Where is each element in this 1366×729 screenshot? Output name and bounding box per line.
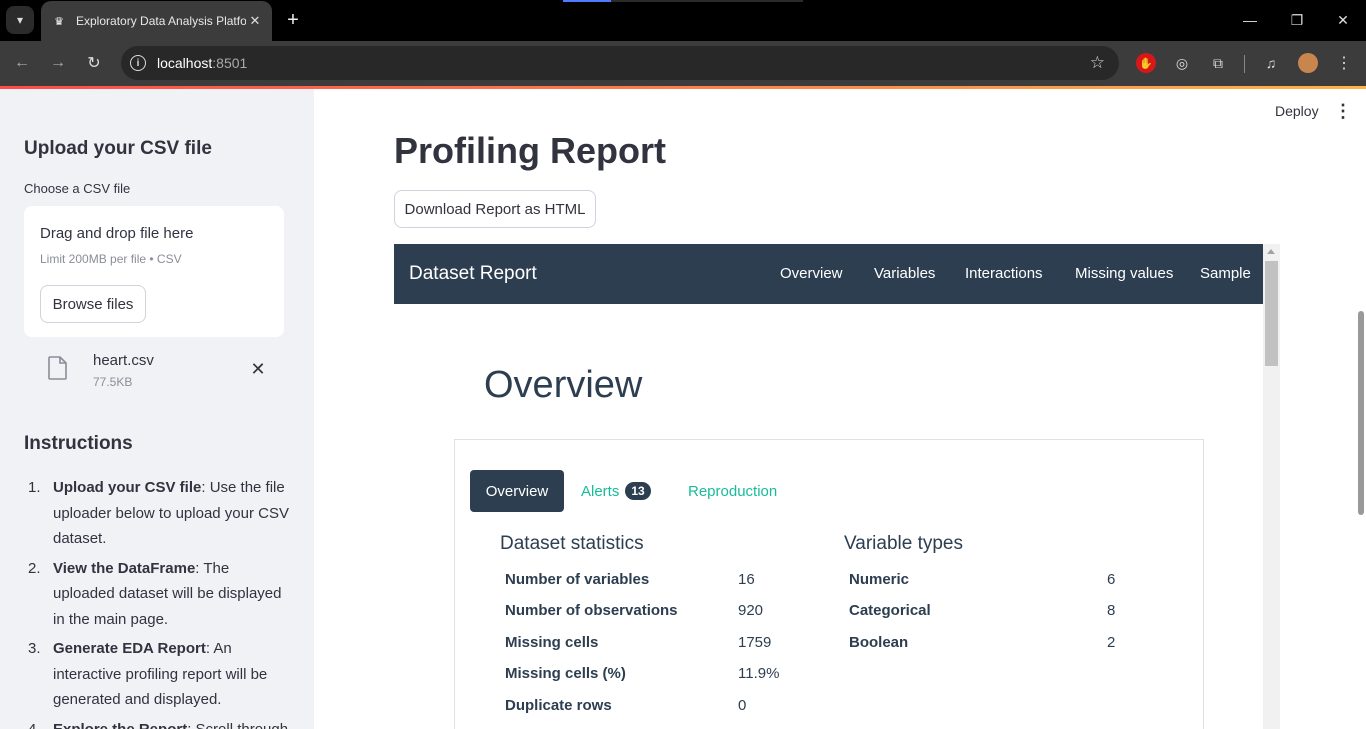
nav-overview[interactable]: Overview	[780, 265, 843, 282]
page-title: Profiling Report	[394, 130, 666, 171]
stat-label: Number of observations	[505, 602, 678, 619]
deploy-button[interactable]: Deploy	[1275, 103, 1319, 119]
tab-search-button[interactable]: ▾	[6, 6, 34, 34]
browser-tab[interactable]: ♛ Exploratory Data Analysis Platform ✕	[41, 1, 272, 41]
url-text: localhost:8501	[157, 55, 248, 71]
upload-title: Upload your CSV file	[24, 138, 212, 159]
variable-types-title: Variable types	[844, 533, 963, 554]
back-arrow-icon[interactable]: ←	[10, 51, 34, 75]
browser-toolbar: ← → ↻ i localhost:8501 ☆ ✋ ◎ ⧉ ♫ ⋮	[0, 41, 1366, 86]
file-uploader-label: Choose a CSV file	[24, 181, 131, 196]
main-menu-icon[interactable]: ⋮	[1334, 101, 1352, 121]
type-label: Categorical	[849, 602, 931, 619]
browser-tab-strip: ▾ ♛ Exploratory Data Analysis Platform ✕…	[0, 0, 1366, 41]
reload-icon[interactable]: ↻	[82, 51, 106, 75]
nav-sample[interactable]: Sample	[1200, 265, 1251, 282]
stat-label: Number of variables	[505, 571, 650, 588]
profile-avatar[interactable]	[1298, 53, 1318, 73]
tab-close-icon[interactable]: ✕	[246, 12, 264, 30]
instruction-item: 1. Upload your CSV file: Use the file upl…	[28, 479, 289, 547]
report-scroll-thumb[interactable]	[1265, 261, 1278, 366]
tab-alerts[interactable]: Alerts 13	[581, 470, 651, 512]
file-icon	[48, 356, 67, 380]
file-name: heart.csv	[93, 352, 154, 369]
report-scrollbar[interactable]	[1263, 244, 1280, 729]
download-report-button[interactable]: Download Report as HTML	[394, 190, 596, 228]
tab-reproduction[interactable]: Reproduction	[688, 470, 777, 512]
report-iframe: Dataset Report Overview Variables Intera…	[394, 244, 1280, 729]
stat-value: 1759	[738, 634, 772, 651]
extensions-puzzle-icon[interactable]: ⧉	[1208, 53, 1228, 73]
alerts-count-badge: 13	[625, 482, 651, 500]
stat-label: Missing cells (%)	[505, 665, 626, 682]
chevron-down-icon: ▾	[16, 13, 24, 27]
toolbar-divider	[1244, 55, 1245, 73]
main-content: Deploy ⋮ Profiling Report Download Repor…	[314, 89, 1366, 729]
bookmark-star-icon[interactable]: ☆	[1090, 53, 1105, 73]
site-info-icon[interactable]: i	[130, 55, 146, 71]
browse-files-button[interactable]: Browse files	[40, 285, 146, 323]
dropzone-instruction: Drag and drop file here	[40, 225, 194, 242]
stat-label: Duplicate rows	[505, 697, 612, 714]
nav-interactions[interactable]: Interactions	[965, 265, 1043, 282]
sidebar: Upload your CSV file Choose a CSV file D…	[0, 89, 314, 729]
instructions-title: Instructions	[24, 433, 133, 454]
restore-icon[interactable]: ❐	[1285, 9, 1309, 31]
address-bar[interactable]: i localhost:8501 ☆	[121, 46, 1119, 80]
media-control-icon[interactable]: ♫	[1261, 53, 1281, 73]
tab-title: Exploratory Data Analysis Platform	[76, 14, 246, 28]
page-scroll-thumb[interactable]	[1358, 311, 1364, 515]
report-navbar: Dataset Report Overview Variables Intera…	[394, 244, 1263, 304]
tab-alerts-label: Alerts	[581, 482, 620, 500]
loading-progress-bar	[563, 0, 803, 2]
stat-label: Missing cells	[505, 634, 599, 651]
streamlit-favicon-icon: ♛	[54, 15, 64, 28]
forward-arrow-icon[interactable]: →	[46, 51, 70, 75]
dataset-statistics-title: Dataset statistics	[500, 533, 644, 554]
window-close-icon[interactable]: ✕	[1331, 9, 1355, 31]
type-label: Boolean	[849, 634, 909, 651]
instruction-item: 3. Generate EDA Report: An interactive pr…	[28, 640, 268, 708]
instruction-item: 2. View the DataFrame: The uploaded datas…	[28, 559, 282, 628]
file-size: 77.5KB	[93, 375, 133, 389]
stat-value: 16	[738, 571, 755, 588]
report-brand[interactable]: Dataset Report	[409, 263, 537, 285]
minimize-icon[interactable]: —	[1238, 9, 1262, 31]
browser-menu-icon[interactable]: ⋮	[1334, 53, 1354, 73]
type-value: 2	[1107, 634, 1116, 651]
page-scrollbar[interactable]	[1356, 89, 1366, 729]
type-value: 8	[1107, 602, 1116, 619]
stat-value: 11.9%	[738, 665, 780, 682]
lightbulb-extension-icon[interactable]: ◎	[1172, 53, 1192, 73]
tab-overview[interactable]: Overview	[470, 470, 564, 512]
nav-missing-values[interactable]: Missing values	[1075, 265, 1173, 282]
remove-file-icon[interactable]: ✕	[248, 359, 268, 379]
uploaded-file: heart.csv 77.5KB ✕	[24, 347, 284, 393]
type-label: Numeric	[849, 571, 910, 588]
type-value: 6	[1107, 571, 1116, 588]
overview-panel: Overview Alerts 13 Reproduction Dataset s…	[454, 439, 1204, 729]
instruction-item: 4. Explore the Report: Scroll through	[28, 720, 289, 729]
stat-value: 920	[738, 602, 764, 619]
scroll-up-arrow-icon[interactable]	[1267, 249, 1275, 254]
nav-variables[interactable]: Variables	[874, 265, 935, 282]
dropzone-limit: Limit 200MB per file • CSV	[40, 252, 182, 266]
adblock-extension-icon[interactable]: ✋	[1136, 53, 1156, 73]
instructions-list: 1. Upload your CSV file: Use the file upl…	[24, 475, 294, 729]
new-tab-button[interactable]: +	[281, 8, 305, 32]
stat-value: 0	[738, 697, 747, 714]
file-dropzone[interactable]: Drag and drop file here Limit 200MB per …	[24, 206, 284, 337]
overview-heading: Overview	[484, 364, 643, 406]
